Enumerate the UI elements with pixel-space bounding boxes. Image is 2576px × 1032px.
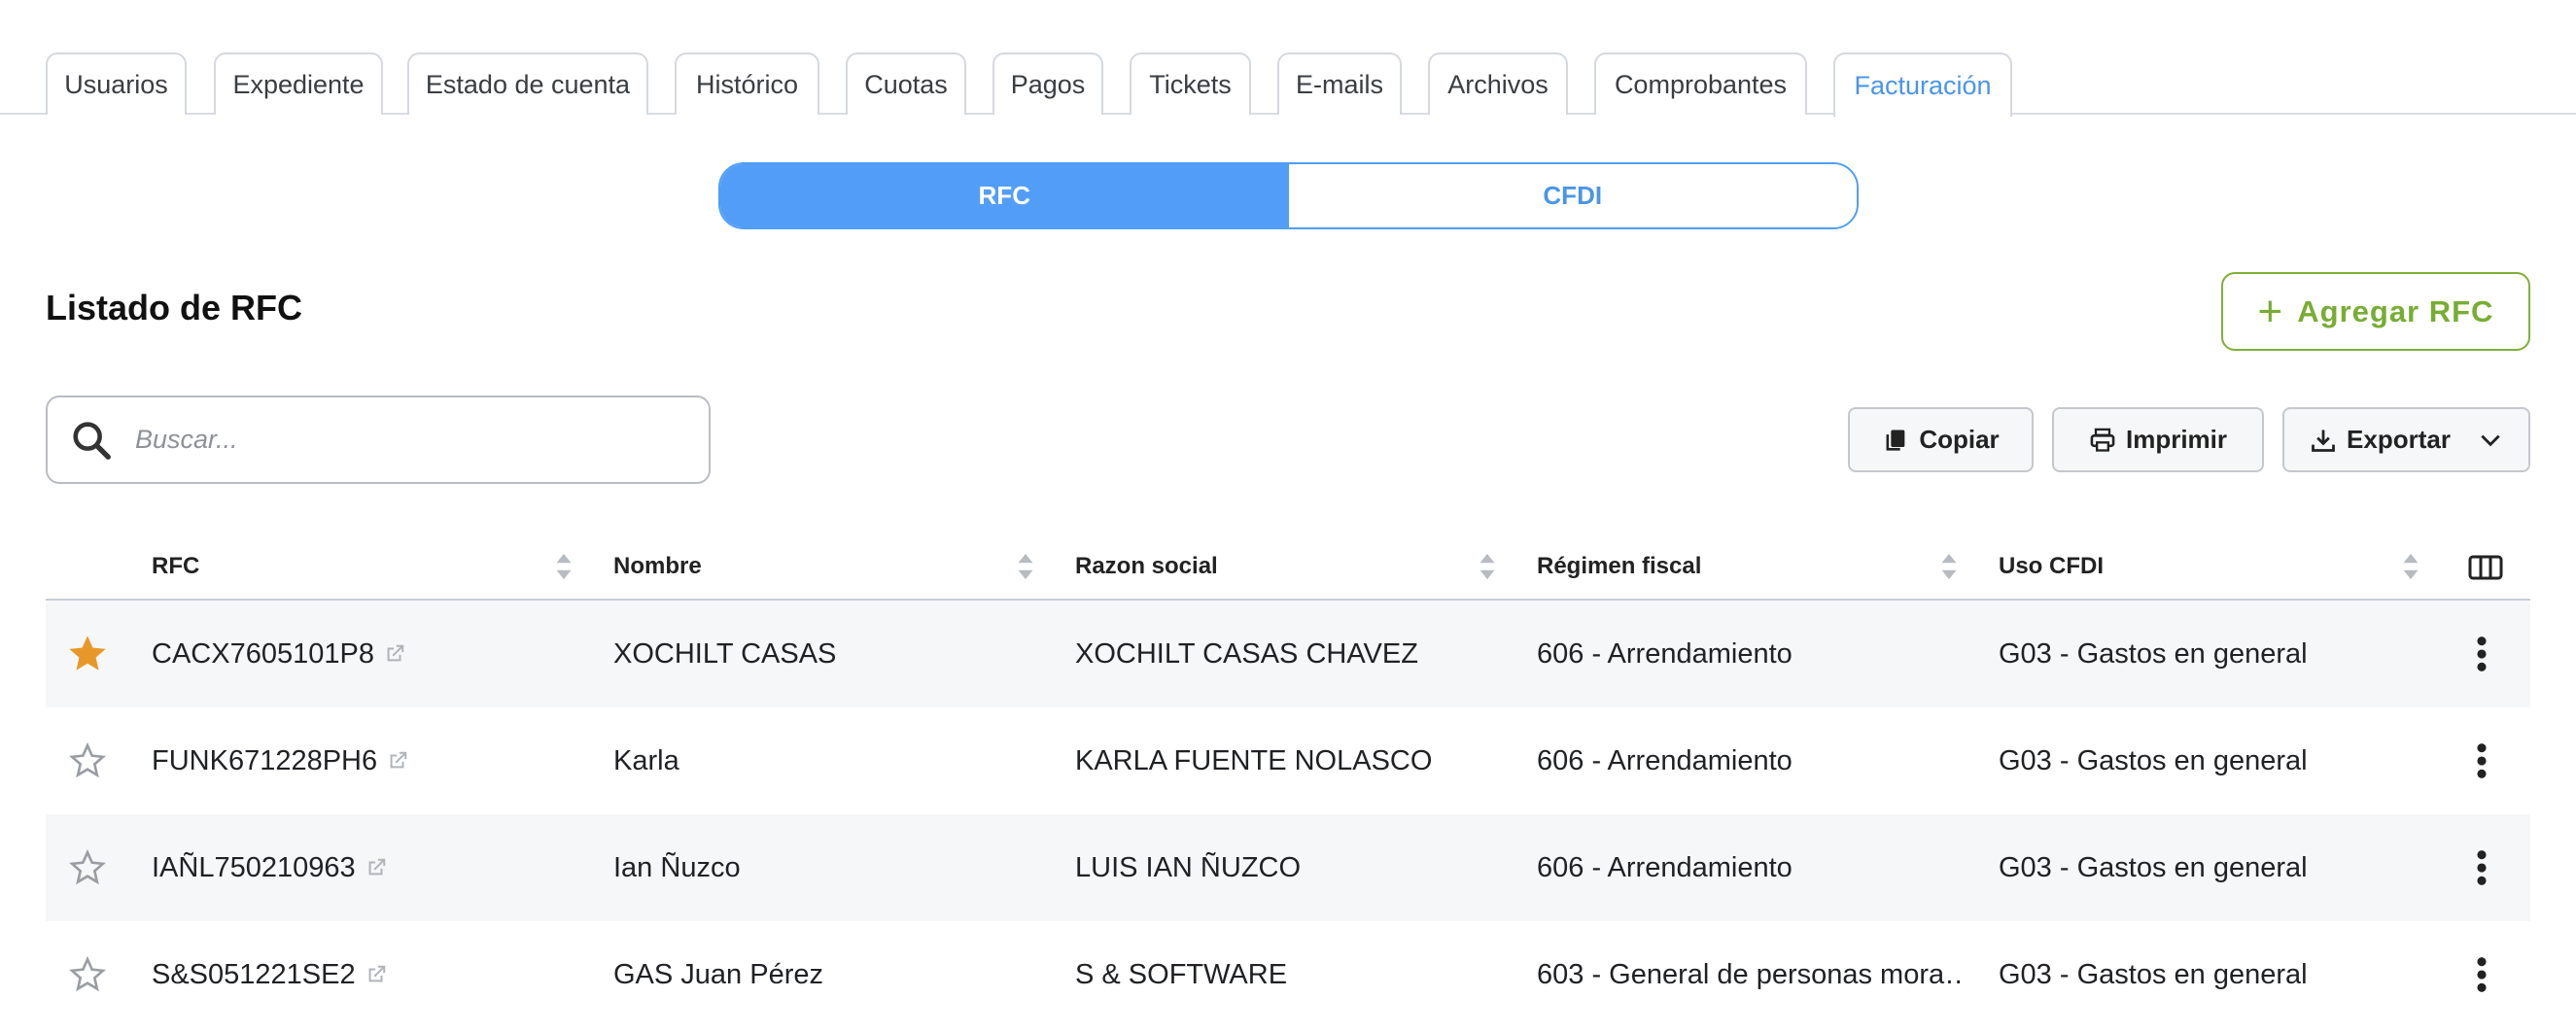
copy-icon [1886,430,1905,451]
tab-pagos[interactable]: Pagos [992,52,1103,115]
external-link-icon[interactable] [387,750,408,772]
table-row[interactable]: FUNK671228PH6 Karla KARLA FUENTE NOLASCO… [46,707,2530,814]
column-header-razon-social[interactable]: Razon social [1075,534,1218,599]
uso-cfdi-cell: G03 - Gastos en general [1999,637,2308,670]
chevron-down-icon [2481,434,2500,446]
razon-social-cell: S & SOFTWARE [1075,958,1288,990]
tab-usuarios[interactable]: Usuarios [46,52,187,115]
segment-rfc[interactable]: RFC [720,164,1289,227]
column-header-rfc[interactable]: RFC [152,534,199,599]
rfc-link[interactable]: CACX7605101P8 [152,638,374,671]
tab-archivos[interactable]: Archivos [1428,52,1568,115]
print-button[interactable]: Imprimir [2052,407,2264,472]
rfc-link[interactable]: FUNK671228PH6 [152,745,377,777]
segment-cfdi[interactable]: CFDI [1288,164,1857,227]
more-options-icon[interactable] [2476,636,2488,672]
rfc-cell[interactable]: S&S051221SE2 [152,921,387,1028]
rfc-link[interactable]: S&S051221SE2 [152,959,356,991]
table-row[interactable]: S&S051221SE2 GAS Juan Pérez S & SOFTWARE… [46,921,2530,1028]
regimen-fiscal-cell: 603 - General de personas mora… [1537,958,1965,990]
nombre-cell: Karla [613,744,679,776]
rfc-cell[interactable]: CACX7605101P8 [152,601,405,707]
rfc-link[interactable]: IAÑL750210963 [152,852,356,884]
sort-icon[interactable] [1939,552,1959,581]
tab-expediente[interactable]: Expediente [214,52,383,115]
rfc-cfdi-toggle: RFC CFDI [718,162,1859,229]
star-outline-icon[interactable] [68,848,107,887]
add-rfc-button[interactable]: + Agregar RFC [2221,272,2530,351]
export-dropdown[interactable]: Exportar [2282,407,2530,472]
page-title: Listado de RFC [46,288,303,327]
sort-icon[interactable] [1016,552,1035,581]
regimen-fiscal-cell: 606 - Arrendamiento [1537,851,1793,883]
more-options-icon[interactable] [2476,956,2488,993]
external-link-icon[interactable] [366,857,387,878]
tab-bar: Usuarios Expediente Estado de cuenta His… [0,0,2576,117]
sort-icon[interactable] [554,552,574,581]
tab-comprobantes[interactable]: Comprobantes [1594,52,1807,115]
print-icon [2090,428,2115,452]
external-link-icon[interactable] [384,643,405,665]
search-icon [73,421,111,460]
regimen-fiscal-cell: 606 - Arrendamiento [1537,744,1793,776]
add-rfc-label: Agregar RFC [2297,293,2494,328]
search-box [46,396,711,484]
external-link-icon[interactable] [366,964,387,985]
rfc-cell[interactable]: FUNK671228PH6 [152,707,408,814]
tab-estado-de-cuenta[interactable]: Estado de cuenta [407,52,648,115]
table-header: RFC Nombre Razon social Régimen fiscal U… [46,534,2530,601]
plus-icon: + [2257,287,2284,335]
sort-icon[interactable] [2401,552,2420,581]
column-header-regimen-fiscal[interactable]: Régimen fiscal [1537,534,1701,599]
tab-tickets[interactable]: Tickets [1130,52,1251,115]
tab-historico[interactable]: Histórico [675,52,819,115]
rfc-cell[interactable]: IAÑL750210963 [152,814,387,921]
razon-social-cell: LUIS IAN ÑUZCO [1075,851,1302,883]
print-label: Imprimir [2125,425,2228,454]
column-header-uso-cfdi[interactable]: Uso CFDI [1999,534,2104,599]
sort-icon[interactable] [1478,552,1497,581]
search-input[interactable] [135,425,679,455]
copy-button[interactable]: Copiar [1848,407,2034,472]
download-icon [2312,430,2335,452]
table-row[interactable]: IAÑL750210963 Ian Ñuzco LUIS IAN ÑUZCO 6… [46,814,2530,921]
regimen-fiscal-cell: 606 - Arrendamiento [1537,637,1793,670]
tab-cuotas[interactable]: Cuotas [846,52,966,115]
star-filled-icon[interactable] [68,635,107,673]
columns-icon[interactable] [2468,554,2503,581]
tab-facturacion[interactable]: Facturación [1833,52,2012,117]
nombre-cell: GAS Juan Pérez [613,958,823,990]
razon-social-cell: XOCHILT CASAS CHAVEZ [1075,637,1418,670]
star-outline-icon[interactable] [68,955,107,994]
more-options-icon[interactable] [2476,742,2488,779]
export-label: Exportar [2347,425,2451,454]
more-options-icon[interactable] [2476,849,2488,886]
nombre-cell: XOCHILT CASAS [613,637,837,670]
uso-cfdi-cell: G03 - Gastos en general [1999,958,2308,990]
tab-emails[interactable]: E-mails [1277,52,1402,115]
table-row[interactable]: CACX7605101P8 XOCHILT CASAS XOCHILT CASA… [46,601,2530,707]
column-header-nombre[interactable]: Nombre [613,534,702,599]
nombre-cell: Ian Ñuzco [613,851,741,883]
uso-cfdi-cell: G03 - Gastos en general [1999,851,2308,883]
uso-cfdi-cell: G03 - Gastos en general [1999,744,2308,776]
razon-social-cell: KARLA FUENTE NOLASCO [1075,744,1433,776]
copy-label: Copiar [1919,425,2000,454]
star-outline-icon[interactable] [68,741,107,780]
